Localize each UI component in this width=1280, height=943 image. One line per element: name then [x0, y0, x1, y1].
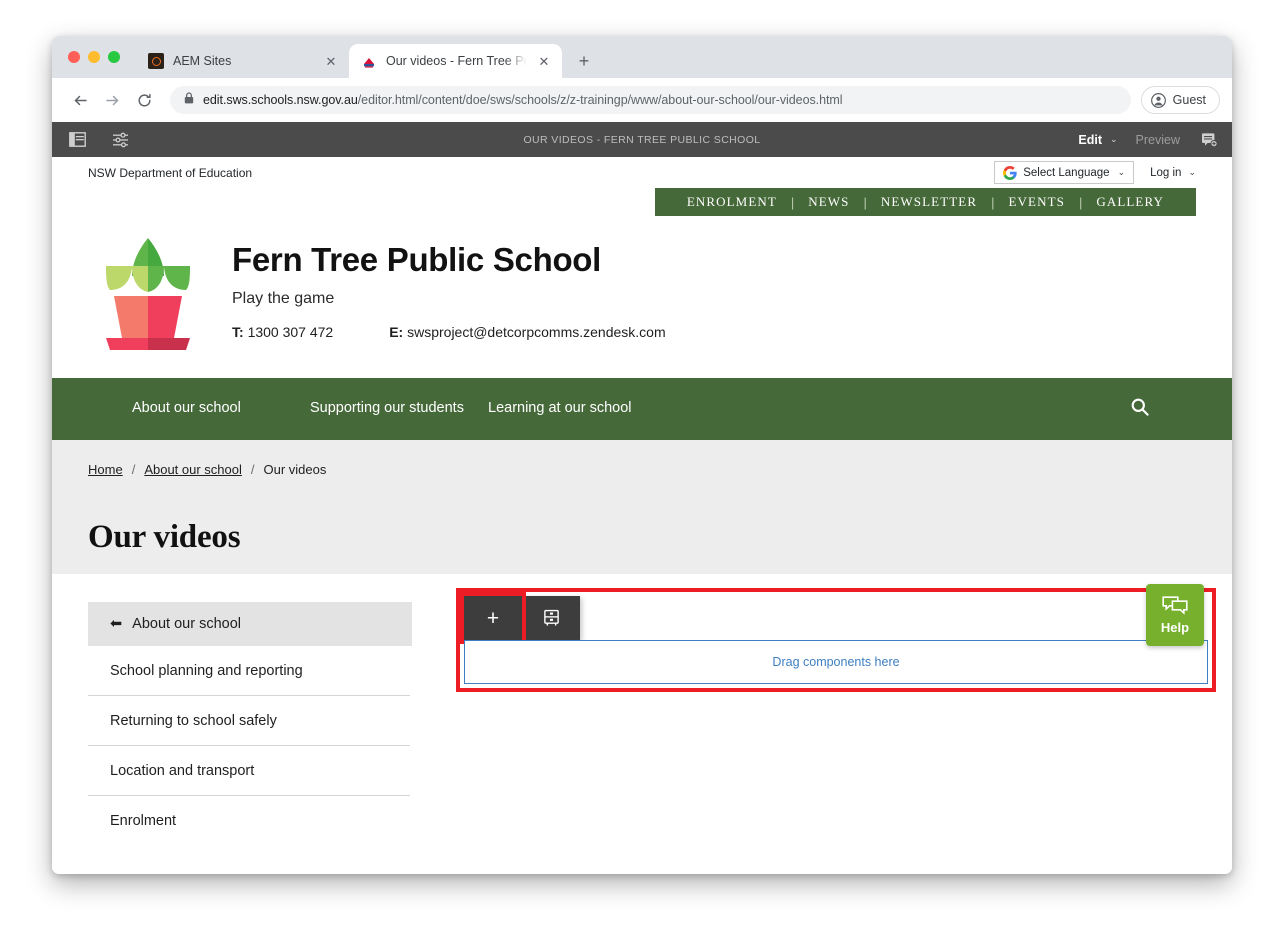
department-name: NSW Department of Education — [88, 165, 253, 180]
section-nav-header-label: About our school — [132, 616, 241, 632]
sidebar-rail-icon[interactable] — [66, 129, 88, 151]
address-bar[interactable]: edit.sws.schools.nsw.gov.au/editor.html/… — [170, 86, 1131, 114]
window-controls — [64, 36, 136, 78]
section-nav-item-enrolment[interactable]: Enrolment — [88, 796, 410, 846]
aem-favicon — [148, 53, 164, 69]
utility-nav-newsletter[interactable]: NEWSLETTER — [867, 194, 991, 210]
breadcrumb-separator: / — [131, 462, 136, 477]
aem-edit-region: + Drag components here Help — [456, 584, 1216, 692]
forward-icon[interactable] — [98, 86, 126, 114]
chevron-down-icon[interactable]: ⌄ — [1110, 134, 1118, 145]
browser-tab-our-videos[interactable]: Our videos - Fern Tree Public S ✕ — [349, 44, 562, 78]
breadcrumb: Home / About our school / Our videos — [88, 462, 1196, 477]
lock-icon — [184, 91, 194, 109]
page-content: ⬅ About our school School planning and r… — [52, 574, 1232, 870]
school-name: Fern Tree Public School — [232, 241, 602, 278]
chevron-down-icon: ⌄ — [1117, 167, 1126, 177]
utility-nav-gallery[interactable]: GALLERY — [1082, 194, 1178, 210]
main-nav: About our school Supporting our students… — [52, 378, 1232, 440]
school-email: E: swsproject@detcorpcomms.zendesk.com — [389, 324, 665, 340]
browser-tab-aem-sites[interactable]: AEM Sites ✕ — [136, 44, 349, 78]
url-path: /editor.html/content/doe/sws/schools/z/z… — [357, 93, 843, 107]
browser-window: AEM Sites ✕ Our videos - Fern Tree Publi… — [52, 36, 1232, 874]
utility-nav-news[interactable]: NEWS — [794, 194, 863, 210]
layout-container-icon[interactable] — [522, 596, 580, 640]
url-text: edit.sws.schools.nsw.gov.au/editor.html/… — [203, 93, 843, 107]
login-label: Log in — [1150, 166, 1182, 179]
nsw-favicon — [361, 53, 377, 69]
new-tab-button[interactable]: + — [570, 47, 598, 75]
school-contacts: T: 1300 307 472 E: swsproject@detcorpcom… — [232, 324, 666, 340]
breadcrumb-about-our-school[interactable]: About our school — [144, 462, 242, 477]
school-phone: T: 1300 307 472 — [232, 324, 333, 340]
screenshot-root: AEM Sites ✕ Our videos - Fern Tree Publi… — [0, 0, 1280, 943]
email-label: E: — [389, 323, 404, 340]
login-button[interactable]: Log in ⌄ — [1150, 167, 1196, 179]
insert-button-highlight — [460, 592, 526, 644]
google-icon — [1003, 165, 1017, 180]
school-logo-icon — [98, 234, 198, 352]
search-icon[interactable] — [1130, 397, 1196, 422]
school-masthead: Fern Tree Public School Play the game T:… — [52, 216, 1232, 378]
tab-title: Our videos - Fern Tree Public S — [386, 54, 527, 68]
section-nav-item-location-transport[interactable]: Location and transport — [88, 746, 410, 796]
phone-label: T: — [232, 323, 244, 340]
phone-value: 1300 307 472 — [247, 323, 334, 340]
drop-zone[interactable]: Drag components here — [464, 640, 1208, 684]
school-tagline: Play the game — [232, 289, 335, 307]
aem-page-title: OUR VIDEOS - FERN TREE PUBLIC SCHOOL — [523, 133, 761, 146]
section-nav-item-returning-safely[interactable]: Returning to school safely — [88, 696, 410, 746]
url-host: edit.sws.schools.nsw.gov.au — [203, 93, 358, 107]
breadcrumb-separator: / — [250, 462, 255, 477]
breadcrumb-current: Our videos — [263, 462, 327, 477]
help-label: Help — [1160, 620, 1190, 635]
aem-editor-toolbar: OUR VIDEOS - FERN TREE PUBLIC SCHOOL Edi… — [52, 122, 1232, 157]
person-icon — [1150, 92, 1166, 108]
tab-close-icon[interactable]: ✕ — [536, 53, 552, 69]
tab-title: AEM Sites — [173, 54, 232, 68]
drop-zone-label: Drag components here — [772, 655, 900, 669]
breadcrumb-home[interactable]: Home — [88, 462, 123, 477]
utility-nav: ENROLMENT | NEWS | NEWSLETTER | EVENTS |… — [654, 188, 1196, 216]
breadcrumb-zone: Home / About our school / Our videos Our… — [52, 440, 1232, 574]
utility-nav-events[interactable]: EVENTS — [995, 194, 1079, 210]
minimize-window-button[interactable] — [88, 51, 100, 63]
page-properties-icon[interactable] — [110, 129, 132, 151]
language-selector[interactable]: Select Language ⌄ — [994, 161, 1135, 184]
main-nav-supporting-our-students[interactable]: Supporting our students — [310, 399, 488, 419]
back-arrow-icon: ⬅ — [110, 616, 123, 632]
back-icon[interactable] — [66, 86, 94, 114]
profile-label: Guest — [1172, 93, 1206, 107]
utility-nav-wrapper: ENROLMENT | NEWS | NEWSLETTER | EVENTS |… — [52, 188, 1232, 216]
section-nav: ⬅ About our school School planning and r… — [52, 602, 412, 870]
site-page: NSW Department of Education Select Langu… — [52, 157, 1232, 874]
section-nav-header[interactable]: ⬅ About our school — [88, 602, 412, 646]
tab-close-icon[interactable]: ✕ — [323, 53, 339, 69]
maximize-window-button[interactable] — [108, 51, 120, 63]
reload-icon[interactable] — [130, 86, 158, 114]
close-window-button[interactable] — [68, 51, 80, 63]
preview-button[interactable]: Preview — [1136, 133, 1180, 147]
browser-tab-strip: AEM Sites ✕ Our videos - Fern Tree Publi… — [52, 36, 1232, 78]
utility-nav-enrolment[interactable]: ENROLMENT — [673, 194, 791, 210]
section-nav-item-school-planning[interactable]: School planning and reporting — [88, 646, 410, 696]
chevron-down-icon: ⌄ — [1188, 167, 1196, 177]
profile-button[interactable]: Guest — [1140, 86, 1220, 114]
language-selector-label: Select Language — [1023, 166, 1110, 179]
main-nav-learning-at-our-school[interactable]: Learning at our school — [488, 399, 666, 419]
department-bar: NSW Department of Education Select Langu… — [52, 157, 1232, 188]
chat-bubble-icon — [1162, 596, 1188, 615]
main-nav-about-our-school[interactable]: About our school — [132, 399, 310, 419]
help-widget[interactable]: Help — [1146, 584, 1204, 646]
annotations-icon[interactable] — [1198, 129, 1220, 151]
email-value[interactable]: swsproject@detcorpcomms.zendesk.com — [407, 324, 666, 340]
browser-toolbar: edit.sws.schools.nsw.gov.au/editor.html/… — [52, 78, 1232, 122]
page-title: Our videos — [88, 519, 241, 555]
edit-mode-button[interactable]: Edit — [1078, 133, 1102, 147]
